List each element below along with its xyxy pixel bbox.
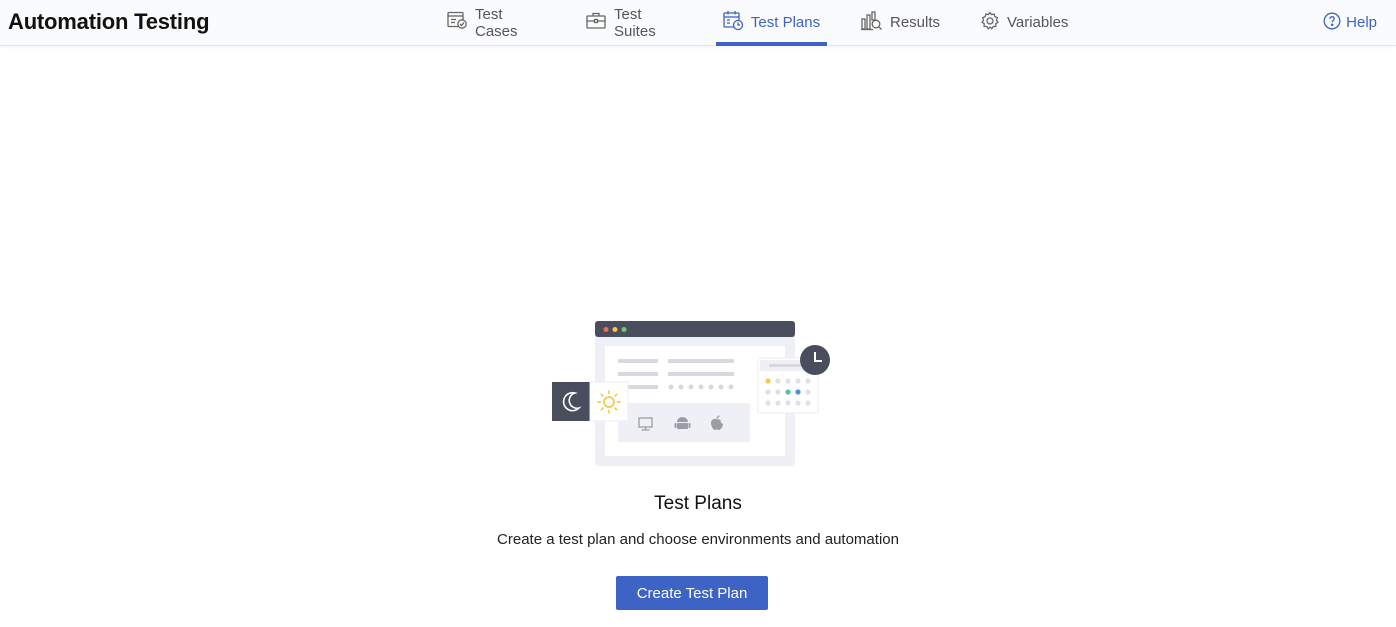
gear-icon <box>980 10 1007 35</box>
calendar-clock-icon <box>723 10 751 35</box>
tab-label: Variables <box>1007 14 1069 31</box>
help-label: Help <box>1346 14 1377 31</box>
tab-label: Test Cases <box>475 5 518 40</box>
test-plan-illustration <box>550 318 835 475</box>
tab-test-cases[interactable]: Test Cases <box>447 0 518 45</box>
help-circle-icon <box>1323 12 1346 34</box>
empty-state-description: Create a test plan and choose environmen… <box>497 531 899 548</box>
tab-results[interactable]: Results <box>861 0 940 45</box>
tab-test-plans[interactable]: Test Plans <box>716 0 827 46</box>
briefcase-icon <box>586 11 614 34</box>
help-link[interactable]: Help <box>1323 0 1377 45</box>
tab-label: Results <box>890 14 941 31</box>
results-chart-icon <box>861 10 890 35</box>
top-bar: Automation Testing Test Cases Test Suite… <box>0 0 1396 46</box>
tab-label: Test Suites <box>614 5 656 40</box>
app-title: Automation Testing <box>8 9 210 34</box>
create-test-plan-button[interactable]: Create Test Plan <box>616 576 768 610</box>
empty-state-title: Test Plans <box>654 493 742 514</box>
tab-variables[interactable]: Variables <box>980 0 1068 45</box>
tab-label: Test Plans <box>750 14 821 31</box>
test-cases-icon <box>447 11 475 34</box>
tab-test-suites[interactable]: Test Suites <box>586 0 656 45</box>
